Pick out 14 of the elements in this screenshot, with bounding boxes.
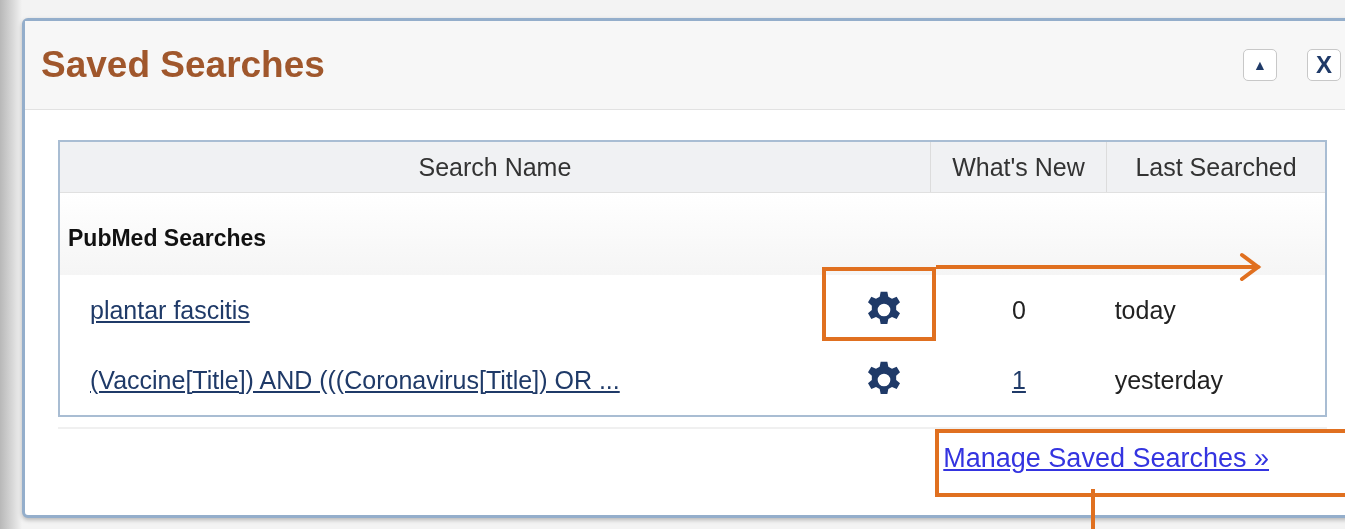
search-name-link[interactable]: plantar fascitis	[90, 295, 250, 325]
close-button[interactable]: X	[1307, 49, 1341, 81]
group-heading: PubMed Searches	[68, 224, 267, 252]
column-header: Search Name	[417, 151, 573, 183]
collapse-button[interactable]: ▲	[1243, 49, 1277, 81]
panel-title: Saved Searches	[41, 44, 325, 86]
last-searched: today	[1114, 295, 1176, 325]
new-count: 0	[1012, 295, 1026, 325]
column-header: Last Searched	[1106, 142, 1325, 192]
manage-searches-link[interactable]: Manage Saved Searches »	[943, 443, 1269, 474]
column-header: What's New	[929, 142, 1107, 192]
last-searched: yesterday	[1114, 365, 1224, 395]
search-name-link[interactable]: (Vaccine[Title]) AND (((Coronavirus[Title]) OR ...	[90, 365, 620, 395]
new-count-link[interactable]: 1	[1012, 365, 1026, 395]
